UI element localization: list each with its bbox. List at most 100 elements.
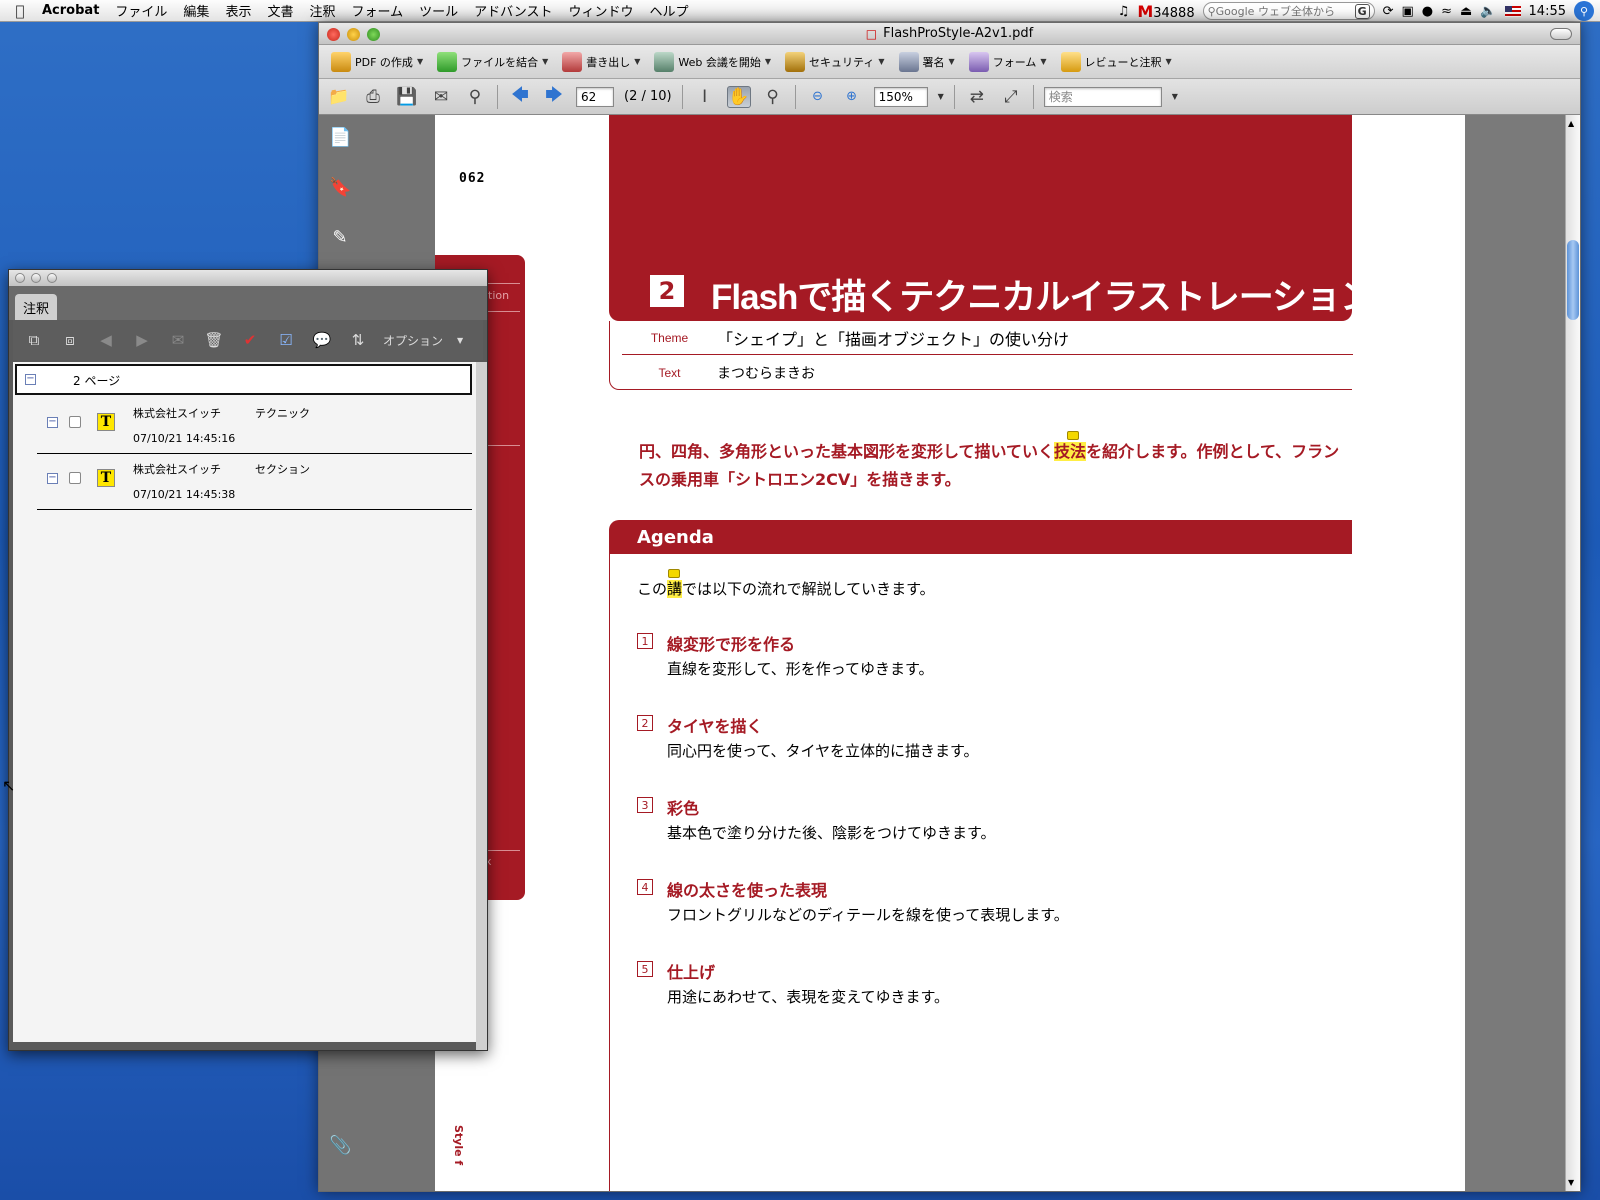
security-button[interactable]: セキュリティ ▼ <box>785 51 885 72</box>
input-flag-icon[interactable] <box>1504 5 1521 17</box>
collapse-group-icon[interactable]: − <box>25 374 36 385</box>
window-titlebar[interactable]: □ FlashProStyle-A2v1.pdf <box>319 23 1580 45</box>
panel-close-button[interactable] <box>15 273 25 283</box>
mail-icon[interactable]: M34888 <box>1137 2 1194 21</box>
previous-comment-icon[interactable]: ◀ <box>95 330 117 350</box>
export-label: 書き出し <box>586 55 631 69</box>
pages-icon[interactable]: 📄 <box>329 127 351 149</box>
apple-menu-icon[interactable]:  <box>0 2 40 20</box>
signatures-icon[interactable]: ✎ <box>329 227 351 249</box>
set-status-icon[interactable]: ✔ <box>239 330 261 350</box>
zoom-tool-icon[interactable]: ⚲ <box>761 86 785 108</box>
open-folder-icon[interactable]: 📁 <box>327 86 351 108</box>
delete-icon[interactable]: 🗑 <box>203 330 225 350</box>
checkbox-icon[interactable]: ☑ <box>275 330 297 350</box>
comment-checkbox[interactable] <box>69 472 81 484</box>
music-note-icon[interactable]: ♫ <box>1118 4 1130 19</box>
search-input[interactable]: 検索 <box>1043 86 1162 107</box>
document-area[interactable]: uction on dix 062 2 Flashで描くテクニカルイラストレーシ… <box>435 115 1565 1191</box>
web-meeting-button[interactable]: Web 会議を開始 ▼ <box>654 51 771 72</box>
highlighted-text[interactable]: 技法 <box>1054 442 1087 461</box>
zoom-button[interactable] <box>367 28 380 41</box>
page-number-input[interactable]: 62 <box>576 86 614 107</box>
fit-width-icon[interactable]: ⇄ <box>965 86 989 108</box>
search-document-icon[interactable]: ⚲ <box>463 86 487 108</box>
toolbar-divider <box>794 84 796 109</box>
minimize-button[interactable] <box>347 28 360 41</box>
bookmarks-icon[interactable]: 🔖 <box>329 177 351 199</box>
menu-item-advanced[interactable]: アドバンスト <box>466 1 560 20</box>
vertical-scrollbar[interactable]: ▲ ▼ <box>1565 115 1580 1191</box>
collapse-comment-icon[interactable]: − <box>47 417 58 428</box>
expand-all-icon[interactable]: ⧉ <box>23 330 45 350</box>
sign-button[interactable]: 署名 ▼ <box>898 51 955 72</box>
collapse-all-icon[interactable]: ⧈ <box>59 330 81 350</box>
comment-row[interactable]: − T 株式会社スイッチ セクション 07/10/21 14:45:38 <box>37 455 472 510</box>
clock[interactable]: 14:55 <box>1529 4 1566 19</box>
menu-item-comments[interactable]: 注釈 <box>301 1 343 20</box>
sort-icon[interactable]: ⇅ <box>347 330 369 350</box>
review-icon <box>1060 51 1081 72</box>
search-dropdown-icon[interactable]: ▼ <box>1172 92 1178 101</box>
tab-comments[interactable]: 注釈 <box>15 294 57 320</box>
attachments-icon[interactable]: 📎 <box>329 1135 351 1157</box>
options-dropdown-icon[interactable]: ▼ <box>457 336 463 345</box>
pdf-create-button[interactable]: PDF の作成 ▼ <box>331 51 423 72</box>
previous-page-icon[interactable]: 🡄 <box>508 85 532 108</box>
scroll-thumb[interactable] <box>1567 240 1579 320</box>
forms-button[interactable]: フォーム ▼ <box>968 51 1047 72</box>
scroll-down-icon[interactable]: ▼ <box>1568 1178 1574 1187</box>
email-icon[interactable]: ✉ <box>429 86 453 108</box>
zoom-out-icon[interactable]: ⊖ <box>806 86 830 108</box>
zoom-in-icon[interactable]: ⊕ <box>840 86 864 108</box>
panel-minimize-button[interactable] <box>31 273 41 283</box>
zoom-level-field[interactable]: 150% <box>873 86 928 107</box>
highlighted-text[interactable]: 講 <box>667 580 683 598</box>
comment-text: セクション <box>255 463 310 476</box>
next-comment-icon[interactable]: ▶ <box>131 330 153 350</box>
comment-row[interactable]: − T 株式会社スイッチ テクニック 07/10/21 14:45:16 <box>37 399 472 454</box>
toolbar-toggle-button[interactable] <box>1550 28 1572 40</box>
save-icon[interactable]: 💾 <box>395 86 419 108</box>
menu-item-window[interactable]: ウィンドウ <box>561 1 642 20</box>
print-icon[interactable]: ⎙ <box>361 86 385 108</box>
collapse-comment-icon[interactable]: − <box>47 473 58 484</box>
zoom-dropdown-icon[interactable]: ▼ <box>938 92 944 101</box>
menu-item-tools[interactable]: ツール <box>411 1 466 20</box>
select-text-icon[interactable]: I <box>693 86 717 108</box>
menu-item-file[interactable]: ファイル <box>107 1 175 20</box>
comments-scrollbar[interactable] <box>476 362 487 1050</box>
comment-note-icon[interactable] <box>668 569 680 578</box>
scroll-up-icon[interactable]: ▲ <box>1568 119 1574 128</box>
export-button[interactable]: 書き出し ▼ <box>562 51 640 72</box>
wifi-icon[interactable]: ≈ <box>1441 4 1452 19</box>
show-comments-icon[interactable]: 💬 <box>311 330 333 350</box>
panel-zoom-button[interactable] <box>47 273 57 283</box>
options-menu[interactable]: オプション <box>383 332 443 349</box>
comment-group-row[interactable]: − 2 ページ <box>15 364 472 395</box>
menu-item-document[interactable]: 文書 <box>259 1 301 20</box>
close-button[interactable] <box>327 28 340 41</box>
review-button[interactable]: レビューと注釈 ▼ <box>1060 51 1172 72</box>
eject-icon[interactable]: ⏏ <box>1460 4 1472 19</box>
spotlight-icon[interactable]: ⚲ <box>1574 1 1594 21</box>
next-page-icon[interactable]: 🡆 <box>542 85 566 108</box>
fit-page-icon[interactable]: ⤢ <box>999 86 1023 108</box>
reply-icon[interactable]: ✉ <box>167 330 189 350</box>
menu-item-forms[interactable]: フォーム <box>343 1 411 20</box>
menu-app-name[interactable]: Acrobat <box>40 3 107 18</box>
pdf-create-icon <box>331 51 351 72</box>
hand-tool-icon[interactable]: ✋ <box>726 85 751 108</box>
comment-checkbox[interactable] <box>69 416 81 428</box>
combine-files-button[interactable]: ファイルを結合 ▼ <box>437 51 548 72</box>
intro-text-cont: では以下の流れで解説していきます。 <box>682 580 935 598</box>
sync-icon[interactable]: ⟳ <box>1383 4 1394 19</box>
google-search-field[interactable]: ⚲ Google ウェブ全体から G <box>1202 2 1375 20</box>
menu-item-view[interactable]: 表示 <box>217 1 259 20</box>
menu-item-edit[interactable]: 編集 <box>175 1 217 20</box>
menu-item-help[interactable]: ヘルプ <box>642 1 697 20</box>
panel-titlebar[interactable] <box>9 270 487 286</box>
status-dot-icon[interactable]: ● <box>1422 4 1433 19</box>
volume-icon[interactable]: 🔈 <box>1480 4 1496 19</box>
display-icon[interactable]: ▣ <box>1402 4 1414 19</box>
